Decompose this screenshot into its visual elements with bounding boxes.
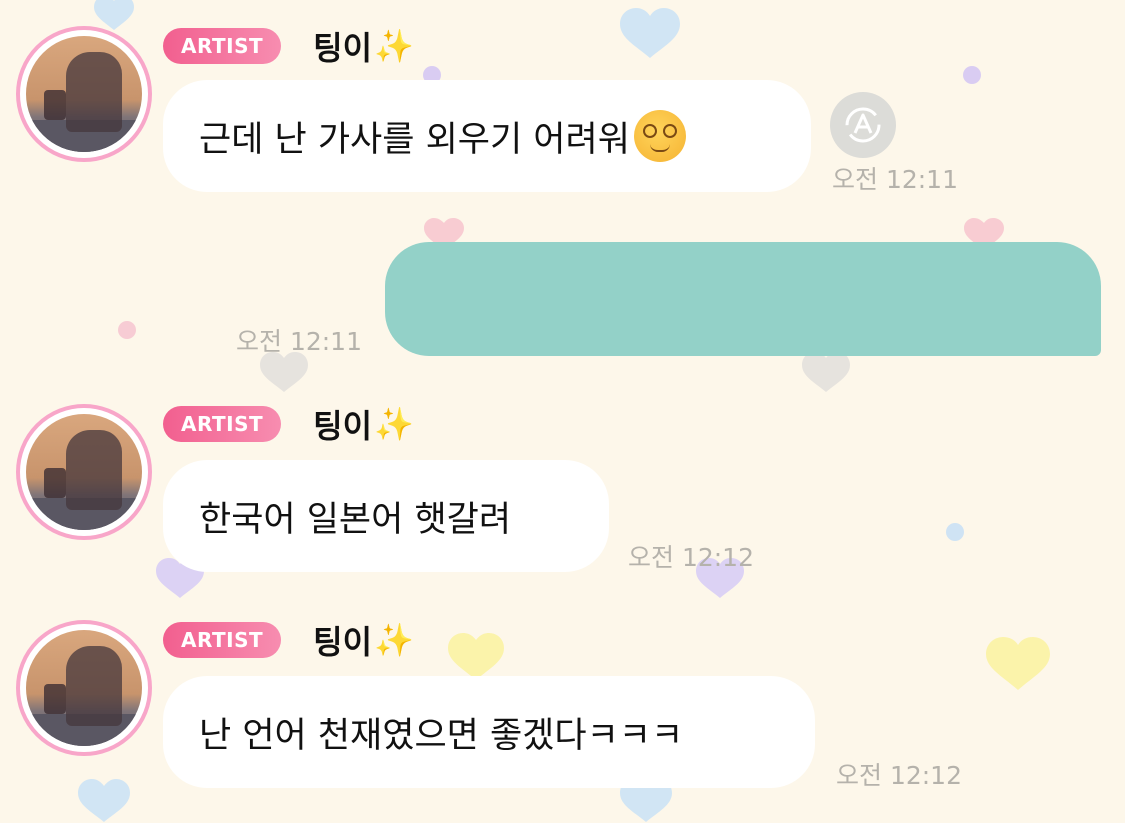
sparkles-icon: ✨: [374, 405, 414, 443]
message-time: 오전 12:11: [236, 327, 362, 356]
message-header: ARTIST 팅이 ✨: [163, 401, 414, 447]
message-time: 오전 12:11: [832, 165, 958, 194]
message-time: 오전 12:12: [628, 543, 754, 572]
message-time: 오전 12:12: [836, 761, 962, 790]
avatar-image: [26, 630, 142, 746]
avatar[interactable]: [16, 404, 152, 540]
sparkles-icon: ✨: [374, 621, 414, 659]
sender-name[interactable]: 팅이: [313, 617, 372, 663]
avatar-image: [26, 36, 142, 152]
artist-badge: ARTIST: [163, 28, 282, 64]
message-bubble[interactable]: 한국어 일본어 햇갈려: [163, 460, 609, 572]
message-header: ARTIST 팅이 ✨: [163, 617, 414, 663]
translate-icon: [845, 107, 881, 143]
message-header: ARTIST 팅이 ✨: [163, 23, 414, 69]
sparkles-icon: ✨: [374, 27, 414, 65]
sent-message-bubble[interactable]: [385, 242, 1101, 356]
message-text: 한국어 일본어 햇갈려: [199, 499, 512, 540]
message-bubble[interactable]: 난 언어 천재였으면 좋겠다ㅋㅋㅋ: [163, 676, 815, 788]
avatar[interactable]: [16, 26, 152, 162]
artist-badge: ARTIST: [163, 406, 282, 442]
message-text: 난 언어 천재였으면 좋겠다ㅋㅋㅋ: [199, 715, 684, 756]
dizzy-face-emoji-icon: [633, 110, 686, 162]
translate-button[interactable]: [830, 92, 896, 158]
avatar-image: [26, 414, 142, 530]
message-text: 근데 난 가사를 외우기 어려워: [199, 119, 630, 160]
avatar[interactable]: [16, 620, 152, 756]
artist-badge: ARTIST: [163, 622, 282, 658]
sender-name[interactable]: 팅이: [313, 23, 372, 69]
sender-name[interactable]: 팅이: [313, 401, 372, 447]
message-bubble[interactable]: 근데 난 가사를 외우기 어려워: [163, 80, 811, 192]
